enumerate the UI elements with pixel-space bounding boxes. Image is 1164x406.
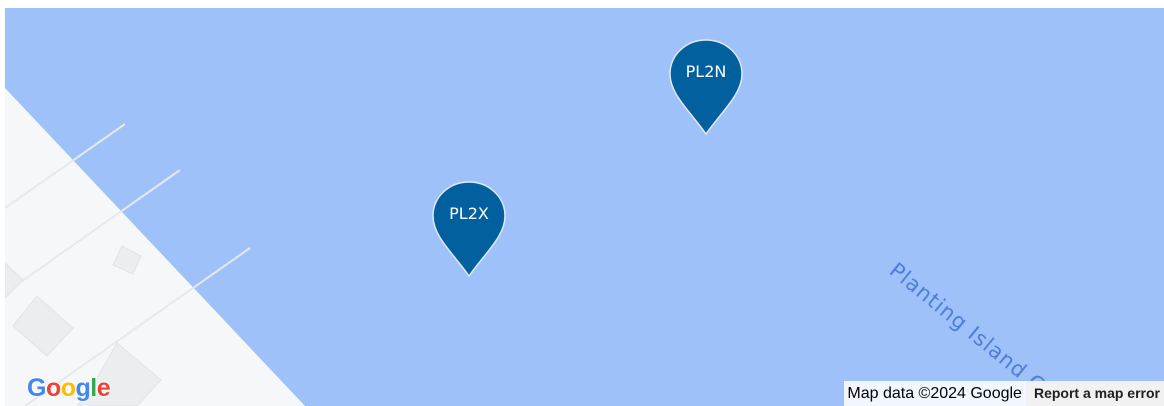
marker-pl2x[interactable]: PL2X [430, 180, 508, 280]
map-pin-icon [669, 39, 743, 136]
marker-label: PL2X [449, 204, 489, 223]
map-pin-icon [432, 181, 506, 278]
logo-letter: g [75, 374, 91, 402]
logo-letter: e [96, 374, 111, 402]
map-view[interactable]: Planting Island C PL2N PL2X Google Map d… [5, 8, 1164, 406]
land-area [5, 88, 305, 406]
report-map-error-link[interactable]: Report a map error [1025, 381, 1164, 406]
attribution-bar: Map data ©2024 Google Report a map error [844, 381, 1164, 406]
map-data-credit: Map data ©2024 Google [847, 384, 1022, 402]
logo-letter: o [45, 374, 61, 402]
logo-letter: G [27, 374, 46, 402]
marker-pl2n[interactable]: PL2N [667, 38, 745, 138]
logo-letter: o [60, 374, 76, 402]
marker-label: PL2N [685, 62, 727, 81]
google-logo: Google [27, 374, 111, 403]
